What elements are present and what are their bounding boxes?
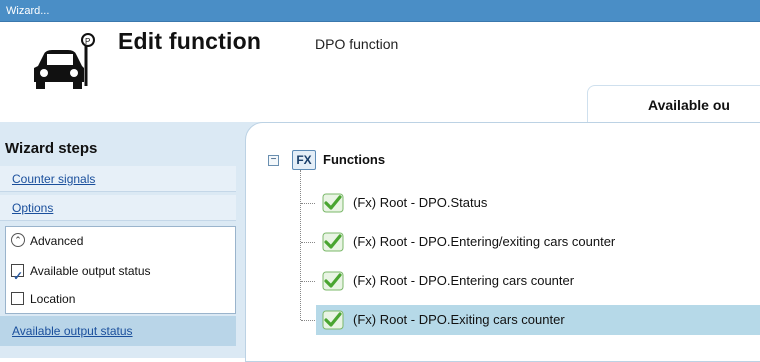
tree-branch bbox=[301, 242, 315, 244]
window-title: Wizard... bbox=[6, 5, 50, 17]
tree-root-label[interactable]: Functions bbox=[323, 152, 385, 167]
wizard-steps-title: Wizard steps bbox=[5, 140, 98, 157]
window-titlebar: Wizard... bbox=[0, 0, 760, 22]
advanced-section: ⌃ Advanced ✓ Available output status Loc… bbox=[5, 226, 236, 314]
step-counter-signals-link[interactable]: Counter signals bbox=[12, 172, 95, 186]
green-check-icon[interactable] bbox=[322, 232, 344, 252]
available-output-status-label: Available output status bbox=[30, 264, 151, 278]
fx-icon: FX bbox=[292, 150, 316, 170]
tree-item-label: (Fx) Root - DPO.Entering/exiting cars co… bbox=[353, 234, 616, 249]
tree-item-dpo-entering-counter[interactable]: (Fx) Root - DPO.Entering cars counter bbox=[316, 266, 760, 296]
option-available-output-status[interactable]: ✓ Available output status bbox=[6, 257, 235, 285]
tree-item-dpo-status[interactable]: (Fx) Root - DPO.Status bbox=[316, 188, 760, 218]
step-options-link[interactable]: Options bbox=[12, 201, 53, 215]
svg-text:P: P bbox=[85, 37, 90, 46]
green-check-icon[interactable] bbox=[322, 193, 344, 213]
tree-branch bbox=[301, 320, 315, 322]
tree-branch bbox=[301, 281, 315, 283]
tree-item-dpo-exiting-counter[interactable]: (Fx) Root - DPO.Exiting cars counter bbox=[316, 305, 760, 335]
green-check-icon[interactable] bbox=[322, 310, 344, 330]
advanced-label: Advanced bbox=[30, 234, 84, 248]
tree-item-label: (Fx) Root - DPO.Status bbox=[353, 195, 488, 210]
page-title: Edit function bbox=[118, 28, 262, 54]
step-available-output-status[interactable]: Available output status bbox=[0, 316, 236, 346]
step-counter-signals[interactable]: Counter signals bbox=[0, 166, 236, 192]
parking-car-icon: P bbox=[34, 33, 95, 89]
tree-item-label: (Fx) Root - DPO.Exiting cars counter bbox=[353, 312, 565, 327]
page-subtitle: DPO function bbox=[315, 36, 399, 52]
chevron-up-icon[interactable]: ⌃ bbox=[11, 233, 25, 247]
tree-item-dpo-entering-exiting-counter[interactable]: (Fx) Root - DPO.Entering/exiting cars co… bbox=[316, 227, 760, 257]
location-checkbox[interactable] bbox=[11, 292, 24, 305]
advanced-toggle[interactable]: ⌃ Advanced bbox=[6, 227, 235, 255]
location-label: Location bbox=[30, 292, 76, 306]
available-output-status-checkbox[interactable]: ✓ bbox=[11, 264, 24, 283]
option-location[interactable]: Location bbox=[6, 285, 235, 313]
collapse-icon[interactable]: − bbox=[268, 155, 279, 166]
step-available-output-status-link[interactable]: Available output status bbox=[12, 324, 133, 338]
step-options[interactable]: Options bbox=[0, 195, 236, 221]
tree-item-label: (Fx) Root - DPO.Entering cars counter bbox=[353, 273, 575, 288]
green-check-icon[interactable] bbox=[322, 271, 344, 291]
tree-connector bbox=[300, 170, 302, 320]
tree-branch bbox=[301, 203, 315, 205]
tab-available-output-label: Available ou bbox=[648, 97, 730, 113]
